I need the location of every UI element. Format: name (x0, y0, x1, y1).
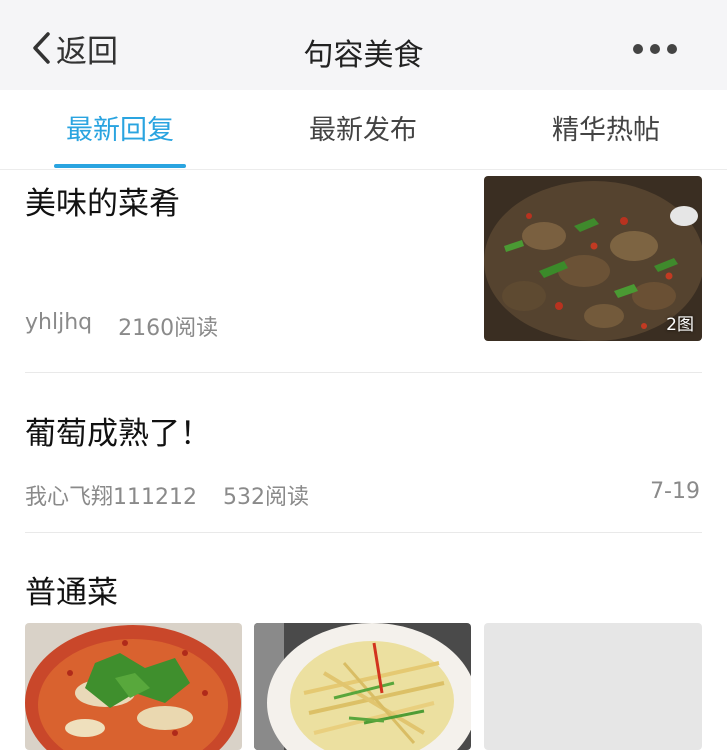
image-count-badge: 2图 (666, 315, 694, 335)
tab-latest-reply[interactable]: 最新回复 (0, 90, 240, 170)
more-dots-icon[interactable] (633, 34, 677, 64)
food-image (25, 623, 242, 750)
post-thumbnail-placeholder[interactable] (484, 623, 702, 750)
post-author: 我心飞翔111212 (25, 485, 197, 510)
tab-bar: 最新回复 最新发布 精华热帖 (0, 90, 727, 170)
post-title[interactable]: 美味的菜肴 (25, 178, 180, 223)
post-reads: 532阅读 (222, 485, 309, 510)
post-author: yhljhq (25, 310, 93, 335)
active-tab-indicator (54, 164, 186, 168)
tab-featured[interactable]: 精华热帖 (486, 90, 726, 170)
tab-latest-post[interactable]: 最新发布 (243, 90, 483, 170)
post-title[interactable]: 普通菜 (25, 567, 118, 612)
post-date: 7-19 (650, 479, 700, 504)
post-thumbnail[interactable] (25, 623, 242, 750)
post-reads: 2160阅读 (118, 316, 219, 341)
post-thumbnail[interactable] (254, 623, 471, 750)
page-title: 句容美食 (303, 38, 424, 73)
navigation-bar: 返回 句容美食 (0, 0, 727, 90)
post-thumbnail[interactable]: 2图 (484, 176, 702, 341)
food-image (254, 623, 471, 750)
divider (25, 372, 702, 373)
post-meta: 我心飞翔111212 532阅读 (25, 479, 309, 511)
post-meta: yhljhq 2160阅读 (25, 310, 218, 342)
divider (25, 532, 702, 533)
post-title[interactable]: 葡萄成熟了！ (25, 408, 211, 453)
